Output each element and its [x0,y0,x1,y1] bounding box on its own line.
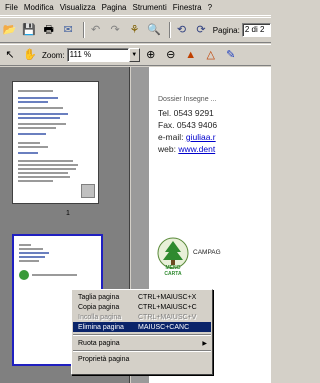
zoom-in-icon[interactable]: ⊕ [143,47,159,63]
menu-pagina[interactable]: Pagina [99,3,130,12]
doc-web-line: web: www.dent [158,144,215,154]
menu-item-label: Elimina pagina [78,323,124,331]
menu-item-label: Incolla pagina [78,313,122,321]
menu-item-label: Ruota pagina [78,339,120,347]
menu-item-proprieta-pagina[interactable]: Proprietà pagina [73,354,211,364]
thumb-text-line [18,164,78,166]
thumb-text-line [18,176,70,178]
thumb-text-line [19,244,31,246]
menu-item-label: Taglia pagina [78,293,120,301]
save-icon[interactable]: 💾 [21,22,36,38]
thumb-text-line [18,97,58,99]
thumb-text-line [18,133,46,135]
pen-icon[interactable]: ✎ [223,47,239,63]
rotate-left-icon[interactable]: ⟲ [174,22,189,38]
page-thumbnail-1[interactable] [12,81,99,204]
thumb-text-line [18,160,73,162]
thumb-text-line [18,90,53,92]
doc-email-line: e-mail: giuliaa.r [158,132,216,142]
print-icon[interactable]: 🖶 [41,22,56,38]
page-context-menu: Taglia pagina CTRL+MAIUSC+X Copia pagina C… [71,289,213,375]
submenu-arrow-icon: ▶ [202,340,207,347]
menu-item-elimina-pagina[interactable]: Elimina pagina MAIUSC+CANC [73,322,211,332]
chevron-down-icon[interactable]: ▼ [128,48,140,62]
thumb-text-line [18,172,68,174]
thumb-text-line [19,252,49,254]
toolbar-separator [82,22,85,38]
thumbnail-page-number: 1 [66,210,70,217]
menu-item-shortcut: MAIUSC+CANC [138,323,190,331]
redo-icon[interactable]: ↷ [107,22,122,38]
thumb-text-line [18,180,53,182]
menu-item-taglia-pagina[interactable]: Taglia pagina CTRL+MAIUSC+X [73,292,211,302]
thumb-text-line [18,101,48,103]
logo-caption: MENO CARTA [164,265,182,277]
meno-carta-logo: MENO CARTA [157,237,189,277]
doc-web-label: web: [158,144,179,154]
thumb-text-line [18,152,38,154]
thumb-text-line [18,168,76,170]
thumb-text-line [32,274,77,276]
page-label: Pagina: [212,25,240,35]
menu-file[interactable]: File [2,3,21,12]
menu-item-shortcut: CTRL+MAIUSC+V [138,313,197,321]
zoom-value[interactable]: 111 % [66,48,129,62]
menu-strumenti[interactable]: Strumenti [129,3,169,12]
thumb-text-line [19,260,39,262]
zoom-select[interactable]: 111 % ▼ [66,48,140,62]
zoom-out-icon[interactable]: ⊖ [163,47,179,63]
menu-finestra[interactable]: Finestra [170,3,205,12]
page-number-field[interactable]: 2 di 2 [241,23,272,37]
menu-item-label: Proprietà pagina [78,355,130,363]
thumb-text-line [19,256,45,258]
highlight-icon[interactable]: ▲ [183,47,199,63]
doc-fax: Fax. 0543 9406 [158,120,218,130]
thumb-text-line [18,107,63,109]
thumb-text-line [18,117,60,119]
menu-item-incolla-pagina: Incolla pagina CTRL+MAIUSC+V [73,312,211,322]
thumb-logo-icon [19,270,29,280]
doc-email-link[interactable]: giuliaa.r [186,132,216,142]
thumb-text-line [18,127,56,129]
menu-modifica[interactable]: Modifica [21,3,57,12]
doc-web-link[interactable]: www.dent [178,144,215,154]
undo-icon[interactable]: ↶ [88,22,103,38]
menu-item-copia-pagina[interactable]: Copia pagina CTRL+MAIUSC+C [73,302,211,312]
hand-icon[interactable]: ✋ [22,47,38,63]
zoom-label: Zoom: [42,50,65,60]
menu-item-shortcut: CTRL+MAIUSC+C [138,303,197,311]
binoculars-icon[interactable]: 🔍 [146,22,161,38]
thumb-text-line [18,123,66,125]
thumb-text-line [19,248,43,250]
menu-item-label: Copia pagina [78,303,120,311]
email-icon[interactable]: ✉ [60,22,75,38]
thumb-text-line [18,113,68,115]
menu-visualizza[interactable]: Visualizza [57,3,99,12]
open-folder-icon[interactable]: 📂 [2,22,17,38]
menu-help[interactable]: ? [205,3,215,12]
view-toolbar: ↖ ✋ Zoom: 111 % ▼ ⊕ ⊖ ▲ △ ✎ [0,44,271,66]
menu-item-ruota-pagina[interactable]: Ruota pagina ▶ [73,338,211,348]
thumb-text-line [18,142,40,144]
thumb-print-badge-icon [81,184,95,198]
menu-bar: File Modifica Visualizza Pagina Strument… [0,0,271,16]
rotate-right-icon[interactable]: ⟳ [193,22,208,38]
doc-clipped-heading: Dossier Insegne ... [158,96,217,103]
doc-campaign-text: CAMPAG [193,249,221,256]
select-arrow-icon[interactable]: ↖ [2,47,18,63]
doc-tel: Tel. 0543 9291 [158,108,214,118]
glasses-icon[interactable]: ⚘ [127,22,142,38]
main-toolbar: 📂 💾 🖶 ✉ ↶ ↷ ⚘ 🔍 ⟲ ⟳ Pagina: 2 di 2 [0,17,272,43]
menu-item-shortcut: CTRL+MAIUSC+X [138,293,197,301]
toolbar-separator [168,22,171,38]
thumb-text-line [18,146,48,148]
doc-email-label: e-mail: [158,132,186,142]
text-tool-icon[interactable]: △ [203,47,219,63]
